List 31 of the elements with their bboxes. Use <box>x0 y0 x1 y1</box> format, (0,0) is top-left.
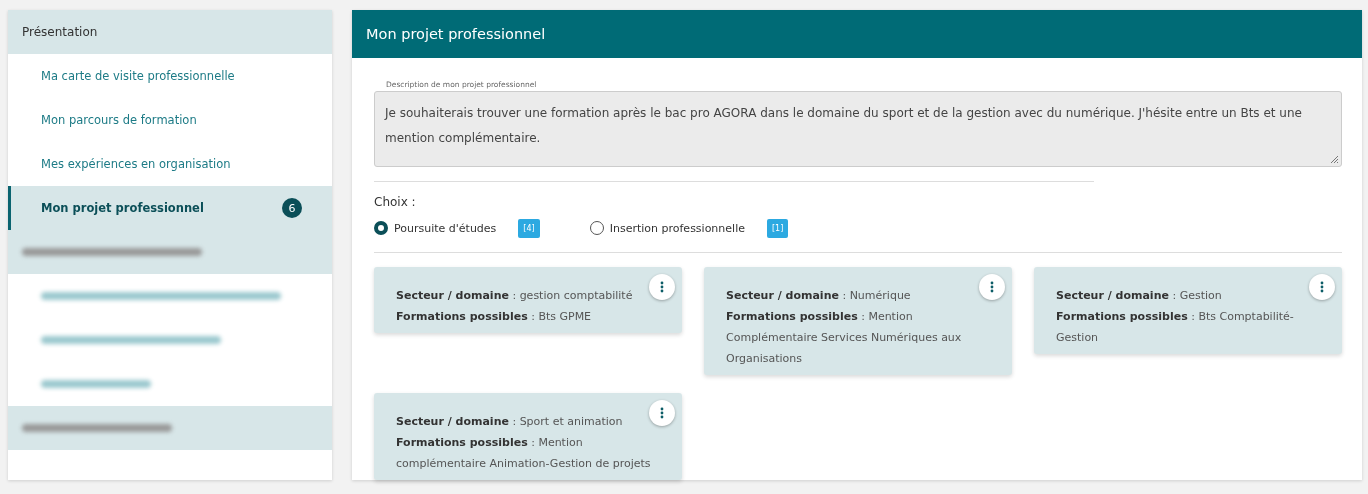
count-badge: [1] <box>766 218 789 238</box>
vertical-dots-icon <box>990 281 994 293</box>
sidebar-item[interactable]: Mes expériences en organisation <box>8 142 332 186</box>
vertical-dots-icon <box>660 407 664 419</box>
panel-title: Mon projet professionnel <box>366 26 546 42</box>
card-text: Secteur / domaine : gestion comptabilité <box>396 288 634 304</box>
card-text: Secteur / domaine : Sport et animation <box>396 414 624 430</box>
section-title: Présentation <box>22 25 98 39</box>
choice-label: Choix : <box>374 195 417 209</box>
more-options-button[interactable] <box>1309 274 1335 300</box>
vertical-dots-icon <box>1320 281 1324 293</box>
card-text: Formations possibles : Mention complémentaire Animation-Gestion de projets <box>396 435 652 472</box>
more-options-button[interactable] <box>649 274 675 300</box>
count-badge: [4] <box>518 218 540 238</box>
radio-button[interactable] <box>374 221 388 235</box>
vertical-dots-icon <box>660 281 664 293</box>
card-text: Secteur / domaine : Gestion <box>1056 288 1223 304</box>
radio-label[interactable]: Insertion professionnelle <box>609 221 745 235</box>
card-text: Formations possibles : Bts Comptabilité-Gestion <box>1056 309 1295 346</box>
resize-handle-icon[interactable] <box>1330 155 1339 164</box>
count-badge: 6 <box>282 198 302 218</box>
sidebar-item[interactable]: Mon projet professionnel 6 <box>8 186 332 230</box>
more-options-button[interactable] <box>979 274 1005 300</box>
sidebar-item[interactable]: Ma carte de visite professionnelle <box>8 54 332 98</box>
card-text: Formations possibles : Bts GPME <box>396 309 593 325</box>
radio-label[interactable]: Poursuite d'études <box>394 221 497 235</box>
card-text: Secteur / domaine : Numérique <box>726 288 912 304</box>
sidebar-item[interactable]: Mon parcours de formation <box>8 98 332 142</box>
description-field[interactable]: Je souhaiterais trouver une formation après le bac pro AGORA dans le domaine du sport et de la gestion avec du numérique. J'hésite entre un Bts et une mention complémentaire. <box>374 91 1342 167</box>
card-text: Formations possibles : Mention Complémentaire Services Numériques aux Organisations <box>726 309 963 367</box>
more-options-button[interactable] <box>649 400 675 426</box>
